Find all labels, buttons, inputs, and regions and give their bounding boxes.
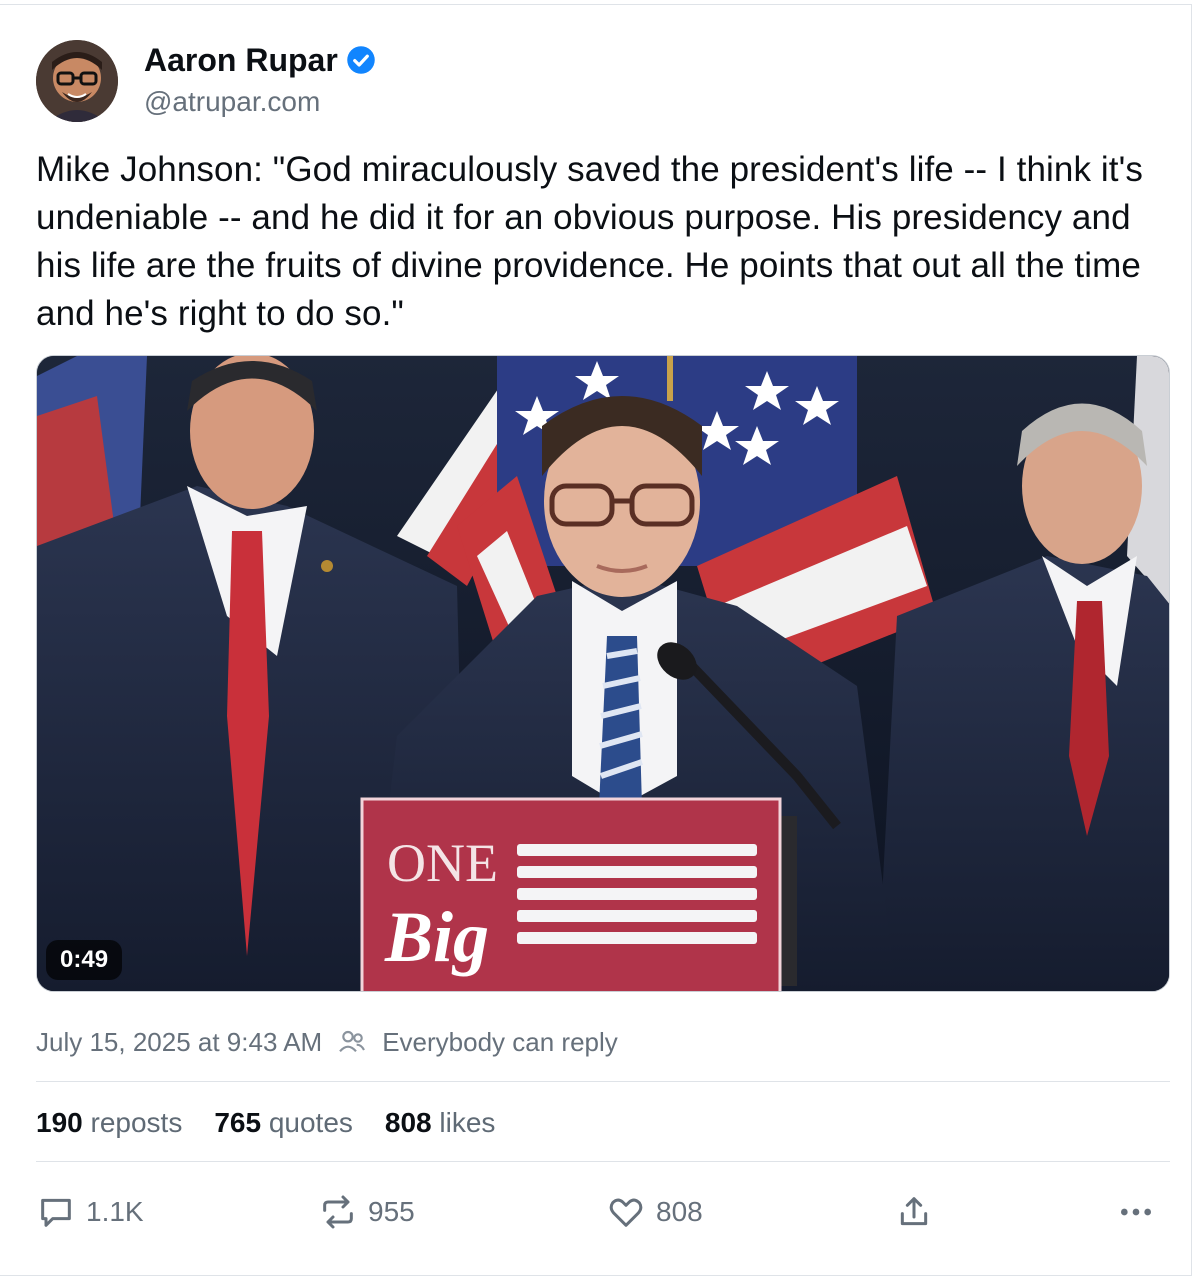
reply-icon bbox=[41, 1198, 71, 1227]
video-duration: 0:49 bbox=[46, 940, 123, 980]
quotes-count: 765 bbox=[214, 1107, 262, 1138]
video-frame: ONE Big bbox=[37, 356, 1169, 991]
podium-sign-big: Big bbox=[384, 897, 489, 977]
quotes-label: quotes bbox=[268, 1107, 353, 1138]
divider-top bbox=[36, 1081, 1170, 1082]
reply-count: 1.1K bbox=[86, 1196, 144, 1227]
like-button[interactable]: 808 bbox=[606, 1190, 703, 1234]
reposts-stat[interactable]: 190 reposts bbox=[36, 1104, 182, 1142]
more-icon bbox=[1121, 1208, 1151, 1216]
reposts-count: 190 bbox=[36, 1107, 83, 1138]
podium-sign-one: ONE bbox=[387, 833, 498, 893]
video-player[interactable]: ONE Big bbox=[36, 355, 1170, 992]
post-text: Mike Johnson: "God miraculously saved th… bbox=[36, 150, 1143, 333]
likes-count: 808 bbox=[384, 1107, 432, 1138]
post-meta: July 15, 2025 at 9:43 AM Everybody can r… bbox=[36, 1022, 618, 1062]
more-button[interactable] bbox=[1116, 1190, 1156, 1234]
author-name[interactable]: Aaron Rupar bbox=[144, 40, 338, 80]
author-handle[interactable]: @atrupar.com bbox=[144, 84, 320, 120]
people-icon bbox=[339, 1030, 366, 1053]
divider-bottom bbox=[36, 1161, 1170, 1162]
like-count: 808 bbox=[656, 1196, 703, 1227]
podium-sign: ONE Big bbox=[360, 797, 782, 991]
verified-badge-icon bbox=[347, 46, 375, 74]
repost-count: 955 bbox=[368, 1196, 415, 1227]
reposts-label: reposts bbox=[90, 1107, 183, 1138]
heart-icon bbox=[609, 1198, 643, 1227]
engagement-stats: 190 reposts 765 quotes 808 likes bbox=[36, 1104, 495, 1142]
post-timestamp[interactable]: July 15, 2025 at 9:43 AM bbox=[36, 1027, 322, 1058]
likes-label: likes bbox=[439, 1107, 496, 1138]
author-name-row[interactable]: Aaron Rupar bbox=[144, 40, 376, 80]
share-button[interactable] bbox=[894, 1190, 934, 1234]
share-icon bbox=[900, 1197, 928, 1226]
reply-setting: Everybody can reply bbox=[382, 1026, 618, 1057]
repost-icon bbox=[323, 1195, 353, 1229]
avatar[interactable] bbox=[36, 40, 118, 122]
quotes-stat[interactable]: 765 quotes bbox=[214, 1104, 353, 1142]
likes-stat[interactable]: 808 likes bbox=[385, 1104, 496, 1142]
repost-button[interactable]: 955 bbox=[318, 1190, 415, 1234]
reply-button[interactable]: 1.1K bbox=[36, 1190, 144, 1234]
